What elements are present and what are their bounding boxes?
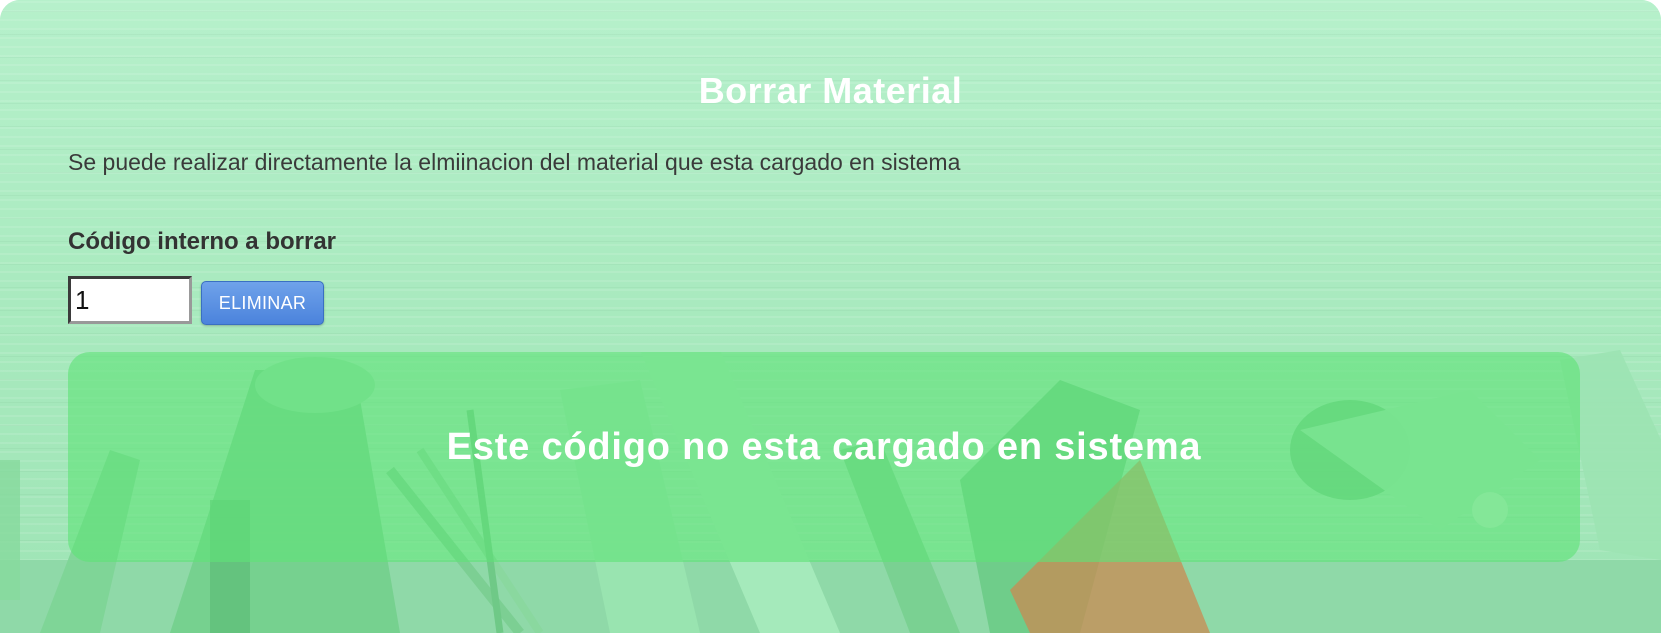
code-input[interactable] bbox=[68, 276, 192, 324]
alert-panel: Este código no esta cargado en sistema bbox=[68, 352, 1580, 562]
page-title: Borrar Material bbox=[698, 70, 963, 111]
alert-message: Este código no esta cargado en sistema bbox=[446, 426, 1202, 468]
code-field-label: Código interno a borrar bbox=[68, 228, 337, 255]
delete-material-card: Borrar Material Se puede realizar direct… bbox=[0, 0, 1661, 633]
delete-button[interactable]: ELIMINAR bbox=[201, 281, 324, 325]
page-description: Se puede realizar directamente la elmiin… bbox=[68, 149, 961, 175]
